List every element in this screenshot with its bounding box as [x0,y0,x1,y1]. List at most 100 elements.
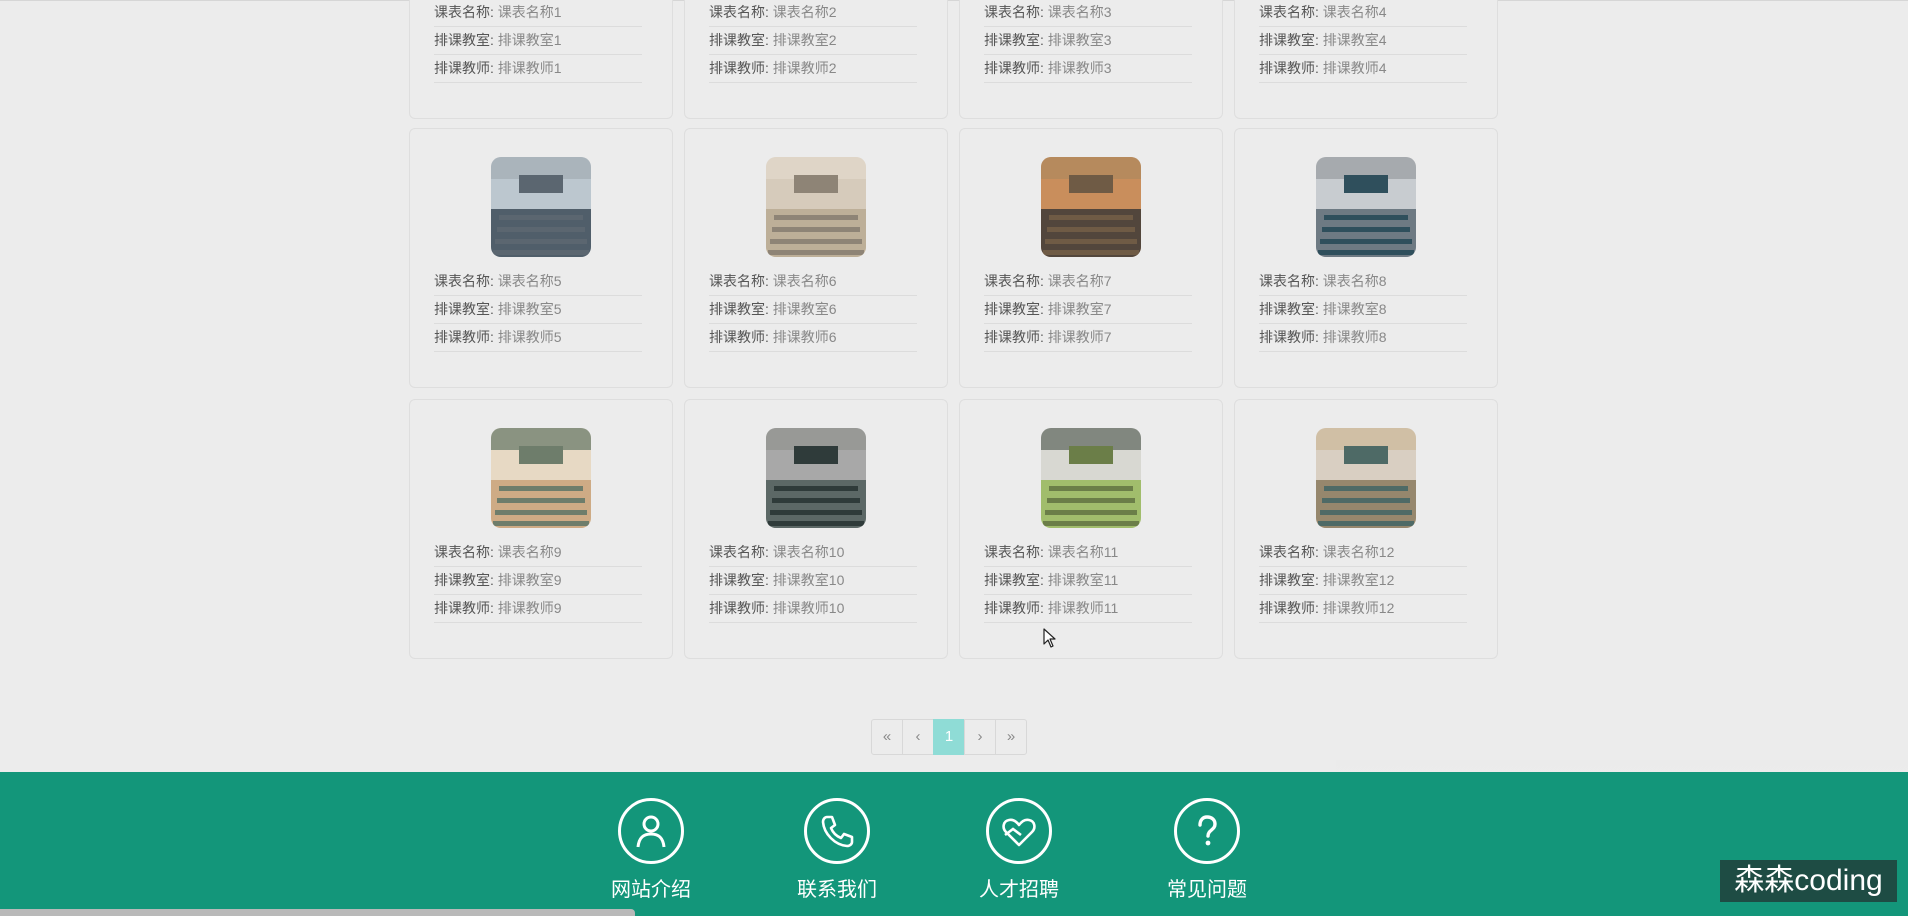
course-name-row: 课表名称: 课表名称2 [709,0,917,27]
teacher-row: 排课教师: 排课教师10 [709,595,917,623]
field-label: 排课教师: [984,329,1048,345]
field-value: 排课教室9 [497,572,562,588]
field-value: 课表名称8 [1322,273,1387,289]
teacher-row: 排课教师: 排课教师7 [984,324,1192,352]
classroom-row: 排课教室: 排课教室3 [984,27,1192,55]
field-value: 排课教室12 [1322,572,1395,588]
mouse-cursor-icon [1043,628,1056,648]
classroom-row: 排课教室: 排课教室6 [709,296,917,324]
course-info: 课表名称: 课表名称3 排课教室: 排课教室3 排课教师: 排课教师3 [984,0,1192,83]
phone-icon [804,798,870,864]
field-value: 课表名称12 [1322,544,1395,560]
course-info: 课表名称: 课表名称11 排课教室: 排课教室11 排课教师: 排课教师11 [984,539,1192,623]
field-value: 课表名称6 [772,273,837,289]
course-card[interactable]: 课表名称: 课表名称8 排课教室: 排课教室8 排课教师: 排课教师8 [1234,128,1498,388]
course-card[interactable]: 课表名称: 课表名称5 排课教室: 排课教室5 排课教师: 排课教师5 [409,128,673,388]
footer-item-faq[interactable]: 常见问题 [1142,798,1272,902]
footer-item-contact[interactable]: 联系我们 [772,798,902,902]
course-info: 课表名称: 课表名称9 排课教室: 排课教室9 排课教师: 排课教师9 [434,539,642,623]
course-card[interactable]: 课表名称: 课表名称3 排课教室: 排课教室3 排课教师: 排课教师3 [959,0,1223,119]
course-info: 课表名称: 课表名称1 排课教室: 排课教室1 排课教师: 排课教师1 [434,0,642,83]
course-name-row: 课表名称: 课表名称1 [434,0,642,27]
classroom-image[interactable] [766,157,866,257]
field-label: 排课教师: [984,600,1048,616]
footer-item-label: 网站介绍 [611,879,691,901]
field-value: 课表名称5 [497,273,562,289]
last-page-button[interactable]: » [995,719,1027,755]
field-value: 课表名称4 [1322,4,1387,20]
field-label: 课表名称: [984,544,1048,560]
field-label: 排课教师: [709,329,773,345]
field-value: 排课教室6 [772,301,837,317]
course-card[interactable]: 课表名称: 课表名称10 排课教室: 排课教室10 排课教师: 排课教师10 [684,399,948,659]
classroom-image[interactable] [1041,428,1141,528]
field-value: 排课教师4 [1322,60,1387,76]
field-value: 排课教室10 [772,572,845,588]
footer-item-label: 联系我们 [797,879,877,901]
field-value: 排课教师10 [772,600,845,616]
field-value: 课表名称2 [772,4,837,20]
classroom-image[interactable] [1316,157,1416,257]
next-page-button[interactable]: › [964,719,996,755]
field-label: 排课教师: [434,600,498,616]
field-label: 排课教室: [984,301,1048,317]
current-page-button[interactable]: 1 [933,719,965,755]
classroom-row: 排课教室: 排课教室1 [434,27,642,55]
browser-status-bar [0,909,635,916]
field-label: 课表名称: [1259,4,1323,20]
teacher-row: 排课教师: 排课教师1 [434,55,642,83]
field-value: 排课教师7 [1047,329,1112,345]
heart-hands-icon [986,798,1052,864]
classroom-row: 排课教室: 排课教室7 [984,296,1192,324]
field-value: 课表名称7 [1047,273,1112,289]
teacher-row: 排课教师: 排课教师6 [709,324,917,352]
field-value: 排课教室2 [772,32,837,48]
field-label: 课表名称: [434,544,498,560]
teacher-row: 排课教师: 排课教师3 [984,55,1192,83]
course-name-row: 课表名称: 课表名称10 [709,539,917,567]
course-name-row: 课表名称: 课表名称11 [984,539,1192,567]
course-card[interactable]: 课表名称: 课表名称1 排课教室: 排课教室1 排课教师: 排课教师1 [409,0,673,119]
course-card[interactable]: 课表名称: 课表名称2 排课教室: 排课教室2 排课教师: 排课教师2 [684,0,948,119]
teacher-row: 排课教师: 排课教师4 [1259,55,1467,83]
field-value: 排课教室3 [1047,32,1112,48]
field-value: 排课教室8 [1322,301,1387,317]
course-info: 课表名称: 课表名称8 排课教室: 排课教室8 排课教师: 排课教师8 [1259,268,1467,352]
field-label: 课表名称: [984,4,1048,20]
field-label: 排课教室: [1259,32,1323,48]
classroom-image[interactable] [491,428,591,528]
course-card[interactable]: 课表名称: 课表名称9 排课教室: 排课教室9 排课教师: 排课教师9 [409,399,673,659]
field-label: 排课教师: [984,60,1048,76]
field-value: 排课教师9 [497,600,562,616]
course-card[interactable]: 课表名称: 课表名称4 排课教室: 排课教室4 排课教师: 排课教师4 [1234,0,1498,119]
classroom-row: 排课教室: 排课教室9 [434,567,642,595]
field-value: 排课教室7 [1047,301,1112,317]
classroom-row: 排课教室: 排课教室10 [709,567,917,595]
field-label: 排课教师: [1259,600,1323,616]
field-label: 排课教师: [434,329,498,345]
course-name-row: 课表名称: 课表名称12 [1259,539,1467,567]
course-card[interactable]: 课表名称: 课表名称7 排课教室: 排课教室7 排课教师: 排课教师7 [959,128,1223,388]
classroom-image[interactable] [1316,428,1416,528]
course-card[interactable]: 课表名称: 课表名称11 排课教室: 排课教室11 排课教师: 排课教师11 [959,399,1223,659]
course-card[interactable]: 课表名称: 课表名称6 排课教室: 排课教室6 排课教师: 排课教师6 [684,128,948,388]
field-value: 排课教师8 [1322,329,1387,345]
field-value: 排课教室1 [497,32,562,48]
field-label: 课表名称: [709,544,773,560]
field-label: 排课教室: [709,572,773,588]
field-label: 排课教室: [984,32,1048,48]
classroom-image[interactable] [766,428,866,528]
classroom-image[interactable] [1041,157,1141,257]
classroom-image[interactable] [491,157,591,257]
field-value: 排课教室5 [497,301,562,317]
field-label: 排课教室: [434,32,498,48]
footer-item-jobs[interactable]: 人才招聘 [954,798,1084,902]
footer-item-about[interactable]: 网站介绍 [586,798,716,902]
course-card[interactable]: 课表名称: 课表名称12 排课教室: 排课教室12 排课教师: 排课教师12 [1234,399,1498,659]
prev-page-button[interactable]: ‹ [902,719,934,755]
field-label: 排课教室: [434,301,498,317]
footer-item-label: 人才招聘 [979,879,1059,901]
question-icon [1174,798,1240,864]
course-name-row: 课表名称: 课表名称8 [1259,268,1467,296]
first-page-button[interactable]: « [871,719,903,755]
